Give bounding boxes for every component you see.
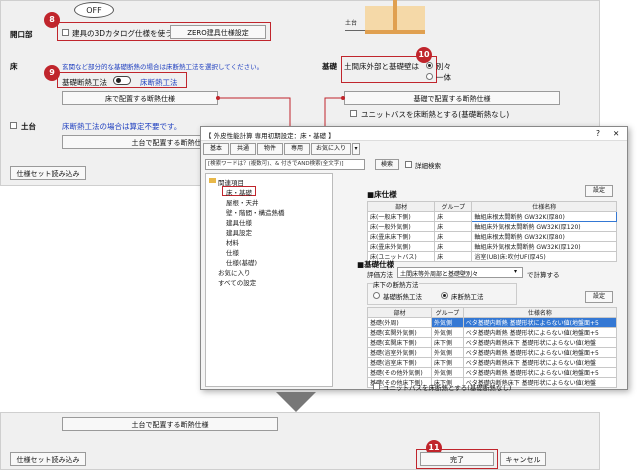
ok-button[interactable]: 完了 (420, 452, 494, 466)
toolbar-dropdown[interactable]: ▾ (352, 143, 360, 155)
floor-note: 玄関など部分的な基礎断熱の場合は床断熱工法を選択してください。 (62, 63, 264, 71)
tree-item-roof[interactable]: 屋根・天井 (226, 197, 259, 207)
zero-spec-button[interactable]: ZERO建具仕様設定 (170, 25, 266, 39)
together-option-label: 一体 (436, 73, 451, 82)
floor-col-name: 仕様名称 (471, 201, 617, 212)
table-row[interactable]: 基礎(外周) 外気側 べタ基礎内断熱 基礎形状によらない値(地盤面+5 (367, 317, 618, 328)
earth-floor-label: 土間床外部と基礎壁は (344, 62, 419, 71)
house-sill-label: 土台 (345, 20, 358, 27)
insulation-toggle-switch[interactable] (113, 76, 131, 85)
foundation-method-label: 基礎断熱工法 (383, 293, 422, 301)
table-row[interactable]: 床(一般外気側) 床軸組床外気根太間断熱 GW32K(厚120) (366, 221, 617, 232)
foundation-method-radio[interactable] (373, 292, 380, 299)
toolbar-dedicated[interactable]: 専用 (284, 143, 310, 155)
table-row[interactable]: 基礎(浴室外気側) 外気側 べタ基礎内断熱 基礎形状によらない値(地盤面+5 (367, 347, 618, 358)
table-row[interactable]: 床(一般床下側) 床軸組床根太間断熱 GW32K(厚80) (366, 211, 617, 222)
floor-label: 床 (10, 62, 18, 71)
help-button[interactable]: ? (596, 129, 600, 138)
dialog-title: 【 外皮性能計算 専用初期設定：床・基礎 】 (205, 132, 335, 140)
sill-checkbox[interactable] (10, 122, 17, 129)
dialog-unitbath-label: ユニットバスを床断熱とする(基礎断熱なし) (383, 384, 512, 392)
under-floor-label: 床下の断熱方法 (373, 279, 419, 289)
dialog-toolbar: 基本 共通 物件 専用 お気に入り ▾ (203, 143, 403, 156)
tree-item-material[interactable]: 材料 (226, 237, 239, 247)
floor-col-group: グループ (434, 201, 473, 212)
method-label: 評価方法 (367, 271, 393, 279)
tree-item-wall[interactable]: 壁・階間・構造熱橋 (226, 207, 285, 217)
dialog-titlebar: 【 外皮性能計算 専用初期設定：床・基礎 】 ? ✕ (201, 127, 627, 141)
tree-panel: 関連項目 床・基礎 屋根・天井 壁・階間・構造熱橋 建具仕様 建具設定 材料 仕… (205, 173, 333, 387)
tree-all-settings[interactable]: すべての設定 (218, 277, 256, 287)
toolbar-common[interactable]: 共通 (230, 143, 256, 155)
opening-label: 開口部 (10, 30, 33, 39)
base-spec-button[interactable]: 基礎で配置する断熱仕様 (344, 91, 560, 105)
table-row[interactable]: 基礎(浴室床下側) 床下側 べタ基礎内断熱床下 基礎形状によらない値(地盤 (367, 357, 618, 368)
base-settings-button[interactable]: 設定 (585, 291, 613, 303)
folder-icon (209, 178, 216, 183)
3d-catalog-checkbox[interactable] (62, 29, 69, 36)
base-col-name: 仕様名称 (462, 307, 618, 318)
table-row[interactable]: 床(ユニットバス) 床浴室(UB)床:吹付UF(厚45) (366, 251, 617, 262)
base-col-group: グループ (431, 307, 464, 318)
bottom-sill-spec-button[interactable]: 土台で配置する断熱仕様 (62, 417, 278, 431)
search-input[interactable]: [検索ワードは？(複数可)、& 付きでAND検索(全文字)] (205, 159, 365, 170)
base-label: 基礎 (322, 62, 337, 71)
floor-spec-table: 部材 グループ 仕様名称 床(一般床下側) 床軸組床根太間断熱 GW32K(厚80… (366, 201, 617, 262)
base-spec-table: 部材 グループ 仕様名称 基礎(外周) 外気側 べタ基礎内断熱 基礎形状によらない値… (367, 307, 618, 388)
tree-item-fitting-setting[interactable]: 建具設定 (226, 227, 252, 237)
floor-method-radio[interactable] (441, 292, 448, 299)
base-col-member: 部材 (367, 307, 432, 318)
floor-insulation-label: 床断熱工法 (140, 78, 178, 87)
detail-search-label: 詳細検索 (415, 162, 441, 170)
floor-spec-button[interactable]: 床で配置する断熱仕様 (62, 91, 218, 105)
tree-favorites[interactable]: お気に入り (218, 267, 251, 277)
cancel-button[interactable]: キャンセル (500, 452, 546, 466)
dialog-unitbath-checkbox[interactable] (373, 383, 380, 390)
sill-label: 土台 (21, 122, 36, 131)
off-callout: OFF (74, 2, 114, 18)
toolbar-basic[interactable]: 基本 (203, 143, 229, 155)
tree-item-floor[interactable]: 床・基礎 (226, 187, 252, 197)
separate-radio[interactable] (426, 62, 433, 69)
badge-8: 8 (44, 12, 60, 28)
table-row[interactable]: 床(畳床床下側) 床軸組床根太間断熱 GW32K(厚80) (366, 231, 617, 242)
toolbar-property[interactable]: 物件 (257, 143, 283, 155)
house-illustration: 土台 (345, 0, 435, 40)
3d-catalog-label: 建具の3Dカタログ仕様を使う (72, 29, 173, 38)
floor-settings-button[interactable]: 設定 (585, 185, 613, 197)
foundation-toggle-label: 基礎断熱工法 (62, 78, 107, 87)
close-icon[interactable]: ✕ (613, 129, 619, 138)
tree-item-spec[interactable]: 仕様 (226, 247, 239, 257)
table-row[interactable]: 床(畳床外気側) 床軸組床外気根太間断熱 GW32K(厚120) (366, 241, 617, 252)
floor-section-title: ■床仕様 (367, 190, 397, 199)
method-select[interactable]: 土間床等外周部と基礎壁別々 ▾ (397, 267, 523, 278)
settings-dialog: 【 外皮性能計算 専用初期設定：床・基礎 】 ? ✕ 基本 共通 物件 専用 お… (200, 126, 628, 392)
tree-item-spec-base[interactable]: 仕様(基礎) (226, 257, 257, 267)
sill-note: 床断熱工法の場合は算定不要です。 (62, 122, 182, 131)
tree-item-fitting-spec[interactable]: 建具仕様 (226, 217, 252, 227)
floor-method-label: 床断熱工法 (451, 293, 484, 301)
table-row[interactable]: 基礎(その他外気側) 外気側 べタ基礎内断熱 基礎形状によらない値(地盤面+5 (367, 367, 618, 378)
table-row[interactable]: 基礎(玄関外気側) 外気側 べタ基礎内断熱 基礎形状によらない値(地盤面+5 (367, 327, 618, 338)
badge-9: 9 (44, 65, 60, 81)
top-unitbath-checkbox[interactable] (350, 110, 357, 117)
chevron-down-icon: ▾ (514, 268, 518, 275)
detail-search-checkbox[interactable] (405, 161, 412, 168)
bottom-spec-set-button[interactable]: 仕様セット読み込み (10, 452, 86, 466)
floor-col-member: 部材 (366, 201, 436, 212)
search-button[interactable]: 検索 (375, 159, 399, 170)
down-arrow-icon (276, 392, 316, 412)
separate-option-label: 別々 (436, 62, 451, 71)
method-suffix: で計算する (527, 271, 560, 279)
top-unitbath-label: ユニットバスを床断熱とする(基礎断熱なし) (361, 110, 510, 119)
top-spec-set-button[interactable]: 仕様セット読み込み (10, 166, 86, 180)
toolbar-favorites[interactable]: お気に入り (311, 143, 351, 155)
together-radio[interactable] (426, 73, 433, 80)
table-row[interactable]: 基礎(玄関床下側) 床下側 べタ基礎内断熱床下 基礎形状によらない値(地盤 (367, 337, 618, 348)
